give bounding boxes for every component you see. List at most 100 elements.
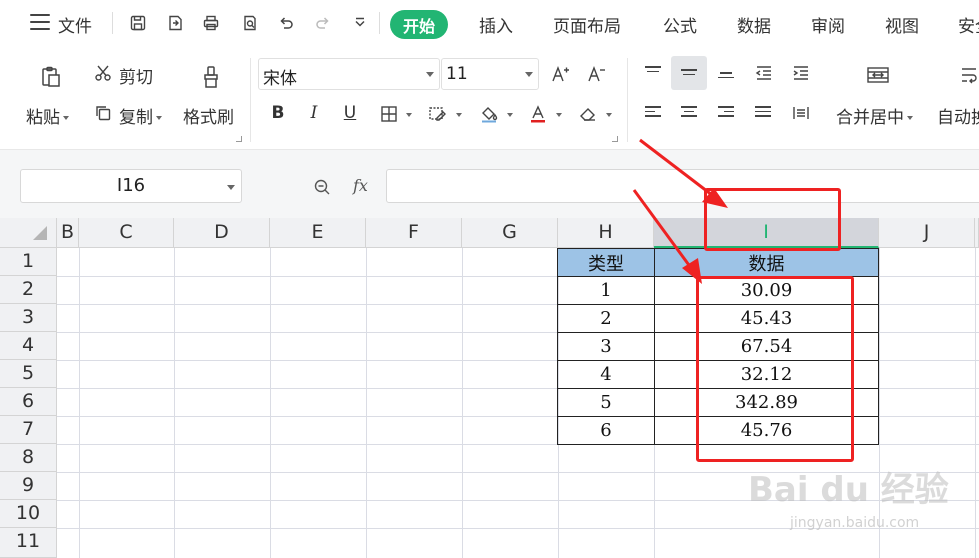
chevron-down-icon[interactable]: [606, 113, 612, 117]
underline-button[interactable]: U: [339, 103, 361, 123]
font-name-value: 宋体: [263, 69, 297, 89]
chevron-down-icon[interactable]: [456, 113, 462, 117]
tab-view[interactable]: 视图: [885, 12, 919, 37]
paste-button[interactable]: 粘贴: [26, 103, 69, 128]
copy-icon[interactable]: [92, 102, 114, 124]
print-icon[interactable]: [201, 13, 221, 33]
column-header-d[interactable]: D: [174, 218, 270, 248]
italic-button[interactable]: I: [303, 103, 325, 123]
gridline: [79, 248, 80, 558]
cell-style-icon[interactable]: [426, 103, 448, 125]
cell-type[interactable]: 5: [557, 388, 655, 417]
ribbon-toolbar: 粘贴 剪切 复制 格式刷 宋体 11 B I U 合并居中 自动: [0, 50, 979, 150]
zoom-search-icon[interactable]: [313, 178, 331, 196]
format-painter-button[interactable]: 格式刷: [183, 103, 234, 128]
merge-center-button[interactable]: 合并居中: [836, 103, 913, 128]
chevron-down-icon[interactable]: [556, 113, 562, 117]
brush-icon[interactable]: [199, 64, 223, 90]
tab-data[interactable]: 数据: [737, 12, 771, 37]
row-header-1[interactable]: 1: [0, 248, 57, 276]
cut-button[interactable]: 剪切: [119, 63, 153, 88]
row-header-10[interactable]: 10: [0, 500, 57, 528]
cell-type[interactable]: 4: [557, 360, 655, 389]
align-bottom-icon[interactable]: [718, 72, 734, 81]
row-header-5[interactable]: 5: [0, 360, 57, 388]
tab-home[interactable]: 开始: [390, 10, 449, 39]
borders-icon[interactable]: [378, 103, 400, 125]
toolbar-divider: [379, 12, 380, 34]
bold-button[interactable]: B: [267, 103, 289, 123]
decrease-font-size-icon[interactable]: [585, 63, 607, 85]
tab-page-layout[interactable]: 页面布局: [553, 12, 621, 37]
increase-font-size-icon[interactable]: [549, 63, 571, 85]
fill-color-icon[interactable]: [478, 103, 500, 125]
export-icon[interactable]: [165, 13, 185, 33]
chevron-down-icon[interactable]: [406, 113, 412, 117]
print-preview-icon[interactable]: [240, 13, 260, 33]
customize-toolbar-chevron-down-icon[interactable]: [350, 13, 370, 33]
row-header-11[interactable]: 11: [0, 528, 57, 558]
font-size-select[interactable]: 11: [441, 58, 539, 90]
header-cell-type[interactable]: 类型: [557, 248, 655, 277]
column-header-k[interactable]: [975, 218, 979, 248]
insert-function-button[interactable]: fx: [353, 176, 368, 195]
font-color-icon[interactable]: [527, 103, 549, 125]
column-header-b[interactable]: B: [57, 218, 79, 248]
file-menu[interactable]: 文件: [58, 12, 92, 37]
gridline: [174, 248, 175, 558]
merge-center-icon[interactable]: [866, 64, 890, 86]
align-left-icon[interactable]: [645, 106, 661, 120]
align-center-icon[interactable]: [681, 106, 697, 120]
scissors-icon[interactable]: [92, 62, 114, 84]
chevron-down-icon: [525, 72, 533, 77]
font-name-select[interactable]: 宋体: [258, 58, 440, 90]
tab-review[interactable]: 审阅: [811, 12, 845, 37]
row-header-8[interactable]: 8: [0, 444, 57, 472]
save-icon[interactable]: [128, 13, 148, 33]
column-header-h[interactable]: H: [558, 218, 654, 248]
copy-button[interactable]: 复制: [119, 103, 162, 128]
chevron-down-icon[interactable]: [507, 113, 513, 117]
gridline: [270, 248, 271, 558]
eraser-icon[interactable]: [577, 103, 599, 125]
cell-type[interactable]: 6: [557, 416, 655, 445]
justify-icon[interactable]: [755, 106, 771, 120]
chevron-down-icon: [426, 72, 434, 77]
redo-icon[interactable]: [313, 13, 333, 33]
cell-type[interactable]: 3: [557, 332, 655, 361]
column-header-f[interactable]: F: [366, 218, 462, 248]
header-cell-data[interactable]: 数据: [654, 248, 879, 277]
wrap-text-icon[interactable]: [958, 64, 979, 86]
select-all-corner[interactable]: [0, 218, 57, 248]
tab-formulas[interactable]: 公式: [663, 12, 697, 37]
font-expand-icon[interactable]: [612, 136, 618, 142]
distributed-align-icon[interactable]: [790, 102, 812, 124]
decrease-indent-icon[interactable]: [753, 62, 775, 84]
align-top-icon[interactable]: [645, 66, 661, 75]
paste-icon[interactable]: [38, 64, 64, 90]
row-header-9[interactable]: 9: [0, 472, 57, 500]
row-header-4[interactable]: 4: [0, 332, 57, 360]
align-right-icon[interactable]: [718, 106, 734, 120]
column-header-g[interactable]: G: [462, 218, 558, 248]
tab-security[interactable]: 安全: [958, 12, 979, 37]
wrap-text-button[interactable]: 自动换行: [937, 103, 979, 128]
column-header-j[interactable]: J: [879, 218, 975, 248]
column-header-e[interactable]: E: [270, 218, 366, 248]
gridline: [975, 248, 976, 558]
row-header-7[interactable]: 7: [0, 416, 57, 444]
name-box[interactable]: I16: [20, 169, 242, 203]
hamburger-menu-icon[interactable]: [30, 14, 50, 30]
row-header-6[interactable]: 6: [0, 388, 57, 416]
undo-icon[interactable]: [276, 13, 296, 33]
row-header-2[interactable]: 2: [0, 276, 57, 304]
cell-type[interactable]: 2: [557, 304, 655, 333]
column-header-c[interactable]: C: [79, 218, 174, 248]
clipboard-expand-icon[interactable]: [236, 136, 242, 142]
tab-insert[interactable]: 插入: [479, 12, 513, 37]
row-header-3[interactable]: 3: [0, 304, 57, 332]
increase-indent-icon[interactable]: [790, 62, 812, 84]
formula-input[interactable]: [386, 169, 979, 203]
align-middle-icon[interactable]: [681, 69, 697, 78]
cell-type[interactable]: 1: [557, 276, 655, 305]
